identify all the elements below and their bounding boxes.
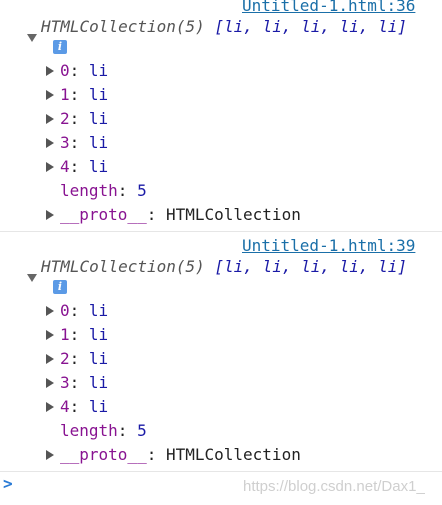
watermark: https://blog.csdn.net/Dax1_ bbox=[243, 478, 425, 495]
expand-triangle-icon[interactable] bbox=[46, 330, 54, 340]
expand-triangle-icon[interactable] bbox=[46, 354, 54, 364]
property-row[interactable]: 3: li bbox=[60, 133, 108, 152]
expand-triangle-icon[interactable] bbox=[46, 306, 54, 316]
property-row[interactable]: 2: li bbox=[60, 109, 108, 128]
property-row[interactable]: 1: li bbox=[60, 85, 108, 104]
property-row[interactable]: 1: li bbox=[60, 325, 108, 344]
info-icon[interactable]: i bbox=[53, 280, 67, 294]
length-row: length: 5 bbox=[60, 181, 147, 200]
console-prompt-icon[interactable]: > bbox=[3, 474, 13, 493]
expand-triangle-icon[interactable] bbox=[46, 450, 54, 460]
expand-triangle-icon[interactable] bbox=[46, 402, 54, 412]
collapse-triangle-icon[interactable] bbox=[27, 274, 37, 282]
collection-summary[interactable]: HTMLCollection(5) [li, li, li, li, li] bbox=[41, 257, 407, 276]
expand-triangle-icon[interactable] bbox=[46, 114, 54, 124]
length-row: length: 5 bbox=[60, 421, 147, 440]
entry-divider bbox=[0, 231, 442, 232]
proto-row[interactable]: __proto__: HTMLCollection bbox=[60, 205, 301, 224]
expand-triangle-icon[interactable] bbox=[46, 66, 54, 76]
source-link[interactable]: Untitled-1.html:39 bbox=[242, 236, 415, 255]
collection-summary[interactable]: HTMLCollection(5) [li, li, li, li, li] bbox=[41, 17, 407, 36]
property-row[interactable]: 0: li bbox=[60, 301, 108, 320]
property-row[interactable]: 3: li bbox=[60, 373, 108, 392]
info-icon[interactable]: i bbox=[53, 40, 67, 54]
expand-triangle-icon[interactable] bbox=[46, 378, 54, 388]
source-link[interactable]: Untitled-1.html:36 bbox=[242, 0, 415, 15]
collapse-triangle-icon[interactable] bbox=[27, 34, 37, 42]
property-row[interactable]: 2: li bbox=[60, 349, 108, 368]
expand-triangle-icon[interactable] bbox=[46, 162, 54, 172]
proto-row[interactable]: __proto__: HTMLCollection bbox=[60, 445, 301, 464]
entry-divider bbox=[0, 471, 442, 472]
expand-triangle-icon[interactable] bbox=[46, 138, 54, 148]
property-row[interactable]: 4: li bbox=[60, 397, 108, 416]
expand-triangle-icon[interactable] bbox=[46, 90, 54, 100]
property-row[interactable]: 0: li bbox=[60, 61, 108, 80]
property-row[interactable]: 4: li bbox=[60, 157, 108, 176]
expand-triangle-icon[interactable] bbox=[46, 210, 54, 220]
